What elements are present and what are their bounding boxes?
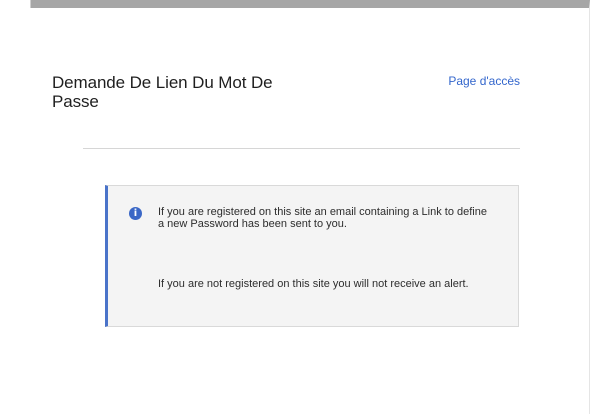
- login-page-link[interactable]: Page d'accès: [448, 74, 520, 88]
- message-registered: If you are registered on this site an em…: [158, 206, 487, 230]
- page-title: Demande De Lien Du Mot De Passe: [52, 73, 273, 111]
- page-header: Demande De Lien Du Mot De Passe Page d'a…: [52, 73, 522, 131]
- message-not-registered: If you are not registered on this site y…: [158, 278, 469, 290]
- header-divider: [83, 148, 520, 149]
- left-gutter: [0, 0, 31, 414]
- info-icon: i: [129, 207, 142, 220]
- info-alert: i If you are registered on this site an …: [105, 185, 519, 327]
